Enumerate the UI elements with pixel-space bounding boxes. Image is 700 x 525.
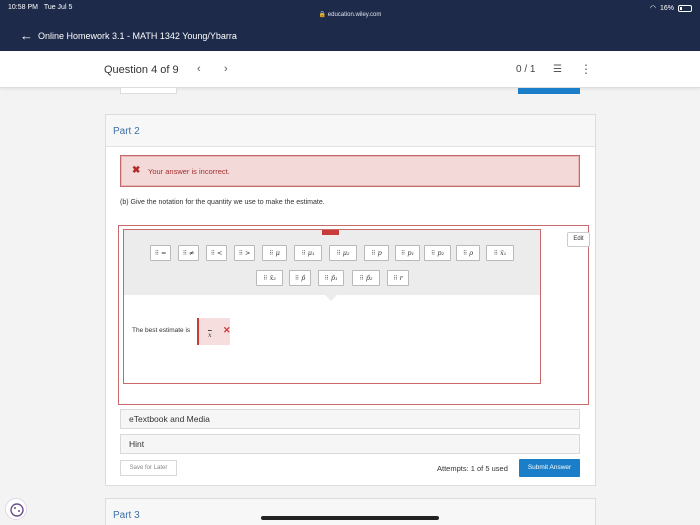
answer-value[interactable]: x — [208, 331, 212, 339]
question-score: 0 / 1 — [516, 64, 536, 75]
answer-label: The best estimate is — [132, 327, 191, 334]
prev-question-chevron-icon[interactable]: ‹ — [197, 63, 201, 75]
palette-tab — [322, 230, 339, 235]
accessibility-icon[interactable] — [5, 498, 27, 520]
previous-part-button[interactable] — [120, 88, 177, 94]
alert-message: Your answer is incorrect. — [148, 167, 230, 176]
question-prompt: (b) Give the notation for the quantity w… — [120, 199, 325, 206]
symbol-chip[interactable]: ⠿ ≠ — [178, 245, 199, 261]
edit-button[interactable]: Edit — [567, 232, 590, 247]
symbol-chip[interactable]: ⠿ > — [234, 245, 255, 261]
battery-percent: 16% — [659, 4, 674, 12]
status-bar: 10:58 PM Tue Jul 5 🔒 education.wiley.com… — [0, 0, 700, 22]
wrong-mark-icon: ✕ — [223, 325, 231, 335]
home-indicator — [261, 516, 439, 520]
question-nav: Question 4 of 9 ‹ › 0 / 1 ☰ ⋮ — [0, 51, 700, 88]
attempts-text: Attempts: 1 of 5 used — [437, 464, 508, 473]
status-time: 10:58 PM Tue Jul 5 — [8, 4, 73, 11]
app-header: ← Online Homework 3.1 - MATH 1342 Young/… — [0, 22, 700, 51]
symbol-chip[interactable]: ⠿ p̂ — [289, 270, 311, 286]
back-arrow-icon[interactable]: ← — [20, 29, 33, 42]
answer-drop-zone[interactable]: x ✕ — [197, 318, 231, 345]
symbol-chip[interactable]: ⠿ ρ — [456, 245, 480, 261]
url-bar[interactable]: 🔒 education.wiley.com — [0, 11, 700, 18]
symbol-chip[interactable]: ⠿ μ₁ — [294, 245, 322, 261]
symbol-chip[interactable]: ⠿ p₂ — [424, 245, 451, 261]
hint-accordion[interactable]: Hint — [120, 434, 580, 454]
part-header: Part 2 — [106, 115, 595, 147]
symbol-chip[interactable]: ⠿ x̄₁ — [486, 245, 514, 261]
symbol-chip[interactable]: ⠿ x̄₂ — [256, 270, 283, 286]
symbol-chip[interactable]: ⠿ μ₂ — [329, 245, 357, 261]
wifi-icon: ◠ — [649, 5, 656, 12]
part-card: Part 2 ✖ Your answer is incorrect. (b) G… — [105, 114, 596, 486]
submit-answer-button[interactable]: Submit Answer — [519, 459, 580, 477]
palette-pointer — [325, 295, 337, 301]
save-later-button[interactable]: Save for Later — [120, 460, 177, 476]
question-label: Question 4 of 9 — [104, 64, 179, 76]
symbol-chip[interactable]: ⠿ < — [206, 245, 227, 261]
symbol-chip[interactable]: ⠿ p̂₁ — [318, 270, 344, 286]
error-x-icon: ✖ — [132, 165, 141, 176]
answer-area: ⠿ = ⠿ ≠ ⠿ < ⠿ > ⠿ μ ⠿ μ₁ ⠿ μ₂ ⠿ p ⠿ p₁ ⠿ p₂ ⠿ ρ ⠿ x̄… — [118, 225, 590, 405]
next-part-title: Part 3 — [113, 510, 140, 521]
lock-icon: 🔒 — [318, 12, 327, 18]
question-list-icon[interactable]: ☰ — [553, 64, 562, 75]
next-question-chevron-icon[interactable]: › — [224, 63, 228, 75]
more-options-icon[interactable]: ⋮ — [580, 62, 592, 76]
status-right: ◠ 16% — [650, 4, 692, 12]
symbol-chip[interactable]: ⠿ p̂₂ — [352, 270, 380, 286]
page-title: Online Homework 3.1 - MATH 1342 Young/Yb… — [38, 31, 237, 41]
symbol-chip[interactable]: ⠿ μ — [262, 245, 287, 261]
previous-part-submit-button[interactable] — [518, 88, 580, 94]
part-title: Part 2 — [113, 126, 140, 137]
incorrect-alert: ✖ Your answer is incorrect. — [120, 155, 580, 187]
drag-drop-workspace: ⠿ = ⠿ ≠ ⠿ < ⠿ > ⠿ μ ⠿ μ₁ ⠿ μ₂ ⠿ p ⠿ p₁ ⠿ p₂ ⠿ ρ ⠿ x̄… — [123, 229, 541, 384]
symbol-chip[interactable]: ⠿ = — [150, 245, 171, 261]
battery-icon — [678, 4, 692, 12]
next-part-card[interactable]: Part 3 — [105, 498, 596, 525]
etextbook-accordion[interactable]: eTextbook and Media — [120, 409, 580, 429]
symbol-chip[interactable]: ⠿ r — [387, 270, 409, 286]
symbol-palette: ⠿ = ⠿ ≠ ⠿ < ⠿ > ⠿ μ ⠿ μ₁ ⠿ μ₂ ⠿ p ⠿ p₁ ⠿ p₂ ⠿ ρ ⠿ x̄… — [124, 230, 540, 301]
symbol-chip[interactable]: ⠿ p — [364, 245, 389, 261]
symbol-chip[interactable]: ⠿ p₁ — [395, 245, 420, 261]
